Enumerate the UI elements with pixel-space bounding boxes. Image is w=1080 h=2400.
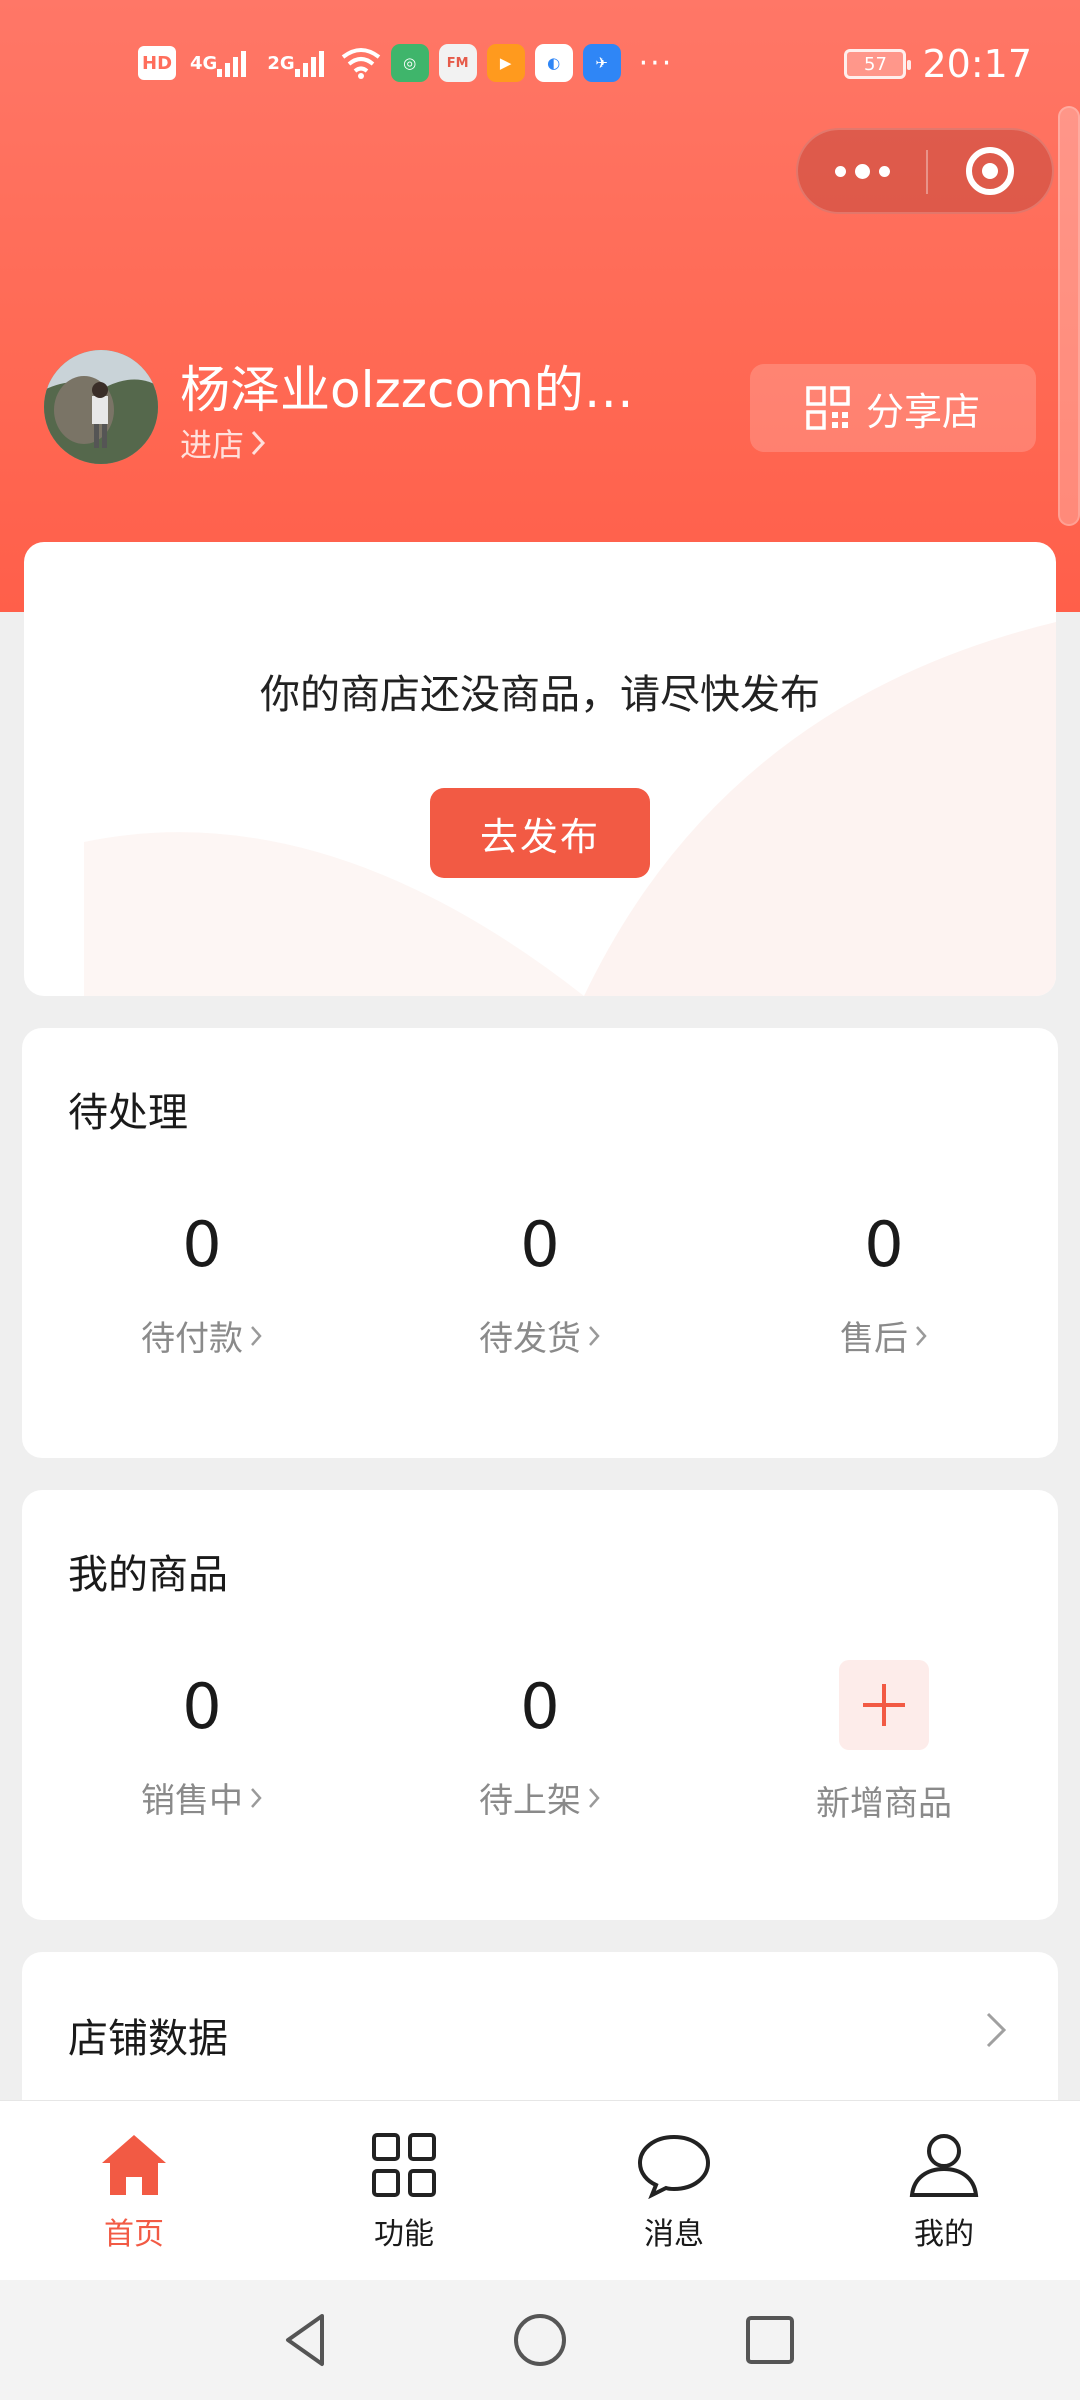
more-dots-icon[interactable] bbox=[798, 130, 926, 212]
pending-shipment-stat[interactable]: 0 待发货 bbox=[390, 1208, 690, 1360]
empty-goods-message: 你的商店还没商品，请尽快发布 bbox=[260, 672, 820, 718]
chevron-right-icon bbox=[251, 1325, 262, 1346]
signal-icon-2: 2G bbox=[263, 46, 330, 80]
on-sale-stat[interactable]: 0 销售中 bbox=[52, 1670, 352, 1822]
my-goods-title: 我的商品 bbox=[68, 1552, 228, 1598]
enter-shop-link[interactable]: 进店 bbox=[180, 420, 266, 466]
grid-icon bbox=[372, 2133, 436, 2197]
after-sales-label: 售后 bbox=[840, 1319, 908, 1359]
on-sale-label: 销售中 bbox=[141, 1781, 243, 1821]
tab-home-label: 首页 bbox=[104, 2217, 164, 2252]
tab-mine[interactable]: 我的 bbox=[844, 2131, 1044, 2253]
pending-listing-count: 0 bbox=[520, 1670, 560, 1743]
hd-badge: HD bbox=[138, 46, 177, 80]
more-notifications-icon: ··· bbox=[638, 45, 674, 81]
video-app-icon: ▶ bbox=[486, 44, 525, 82]
shop-name: 杨泽业olzzcom的… bbox=[180, 361, 634, 419]
tab-functions-label: 功能 bbox=[374, 2217, 434, 2252]
store-data-title: 店铺数据 bbox=[68, 2016, 228, 2062]
share-shop-button[interactable]: 分享店 bbox=[750, 364, 1036, 452]
sim1-network-label: 4G bbox=[190, 52, 218, 74]
person-icon bbox=[909, 2134, 979, 2197]
tab-messages-label: 消息 bbox=[644, 2217, 704, 2252]
clock: 20:17 bbox=[922, 42, 1032, 86]
pending-payment-count: 0 bbox=[182, 1208, 222, 1281]
pending-shipment-label: 待发货 bbox=[479, 1319, 581, 1359]
chevron-right-icon bbox=[251, 1787, 262, 1808]
fm-label: FM bbox=[446, 55, 469, 71]
pending-payment-label: 待付款 bbox=[141, 1319, 243, 1359]
after-sales-stat[interactable]: 0 售后 bbox=[734, 1208, 1034, 1360]
system-nav-bar bbox=[0, 2280, 1080, 2400]
recent-apps-icon[interactable] bbox=[740, 2310, 800, 2370]
chat-app-icon: ◐ bbox=[534, 44, 573, 82]
tab-messages[interactable]: 消息 bbox=[574, 2131, 774, 2253]
tab-home[interactable]: 首页 bbox=[34, 2131, 234, 2253]
chevron-right-icon bbox=[251, 430, 266, 456]
add-goods-label: 新增商品 bbox=[734, 1776, 1034, 1825]
scrollbar[interactable] bbox=[1058, 106, 1080, 526]
chat-bubble-icon bbox=[637, 2134, 711, 2199]
bottom-tab-bar: 首页 功能 消息 我的 bbox=[0, 2100, 1080, 2280]
qr-code-icon bbox=[806, 386, 850, 430]
avatar[interactable] bbox=[44, 350, 158, 464]
pending-listing-label: 待上架 bbox=[479, 1781, 581, 1821]
pending-payment-stat[interactable]: 0 待付款 bbox=[52, 1208, 352, 1360]
mail-app-icon: ✈ bbox=[582, 44, 621, 82]
empty-goods-card: 你的商店还没商品，请尽快发布 去发布 bbox=[24, 542, 1056, 996]
add-goods-button[interactable]: 新增商品 bbox=[734, 1660, 1034, 1825]
wifi-icon bbox=[341, 48, 380, 79]
card-decoration bbox=[84, 622, 1056, 996]
pending-card: 待处理 0 待付款 0 待发货 0 售后 bbox=[22, 1028, 1058, 1458]
app-notification-icon: ◎ bbox=[390, 44, 429, 82]
signal-icon: 4G bbox=[186, 46, 253, 80]
pending-shipment-count: 0 bbox=[520, 1208, 560, 1281]
add-goods-text: 新增商品 bbox=[816, 1784, 952, 1824]
battery-level: 57 bbox=[864, 53, 887, 75]
home-circle-icon[interactable] bbox=[510, 2310, 570, 2370]
battery-icon: 57 bbox=[844, 49, 912, 79]
fm-radio-icon: FM bbox=[438, 44, 477, 82]
home-icon bbox=[102, 2135, 166, 2195]
publish-button[interactable]: 去发布 bbox=[430, 788, 650, 878]
chevron-right-icon bbox=[589, 1325, 600, 1346]
status-bar: HD 4G 2G ◎ FM ▶ ◐ ✈ ··· 57 20:17 bbox=[0, 0, 1080, 130]
target-icon[interactable] bbox=[928, 130, 1052, 212]
pending-title: 待处理 bbox=[68, 1090, 188, 1136]
miniprogram-capsule bbox=[796, 128, 1054, 214]
tab-mine-label: 我的 bbox=[914, 2217, 974, 2252]
on-sale-count: 0 bbox=[182, 1670, 222, 1743]
sim2-network-label: 2G bbox=[267, 52, 295, 74]
chevron-right-icon bbox=[916, 1325, 927, 1346]
plus-icon bbox=[839, 1660, 929, 1750]
share-shop-label: 分享店 bbox=[865, 389, 980, 434]
chevron-right-icon bbox=[986, 2012, 1007, 2048]
tab-functions[interactable]: 功能 bbox=[304, 2131, 504, 2253]
back-icon[interactable] bbox=[278, 2310, 338, 2370]
chevron-right-icon bbox=[589, 1787, 600, 1808]
enter-shop-label: 进店 bbox=[180, 426, 245, 464]
pending-listing-stat[interactable]: 0 待上架 bbox=[390, 1670, 690, 1822]
my-goods-card: 我的商品 0 销售中 0 待上架 新增商品 bbox=[22, 1490, 1058, 1920]
after-sales-count: 0 bbox=[864, 1208, 904, 1281]
